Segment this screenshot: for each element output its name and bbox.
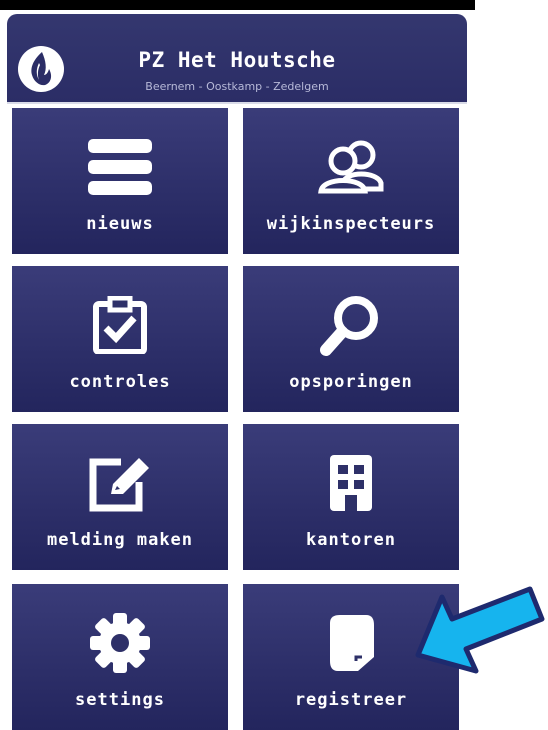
building-icon [243,448,459,518]
app-title: PZ Het Houtsche [138,48,336,72]
menu-label: wijkinspecteurs [266,214,436,234]
list-icon [12,132,228,202]
app-header: PZ Het Houtsche Beernem - Oostkamp - Zed… [7,14,467,104]
status-bar [0,0,475,10]
menu-tile-opsporingen[interactable]: opsporingen [243,266,459,412]
search-icon [243,290,459,360]
menu-tile-kantoren[interactable]: kantoren [243,424,459,570]
menu-label: nieuws [86,214,154,234]
clipboard-check-icon [12,290,228,360]
menu-tile-melding-maken[interactable]: melding maken [12,424,228,570]
gear-icon [12,608,228,678]
menu-tile-nieuws[interactable]: nieuws [12,108,228,254]
menu-tile-controles[interactable]: controles [12,266,228,412]
menu-tile-wijkinspecteurs[interactable]: wijkinspecteurs [243,108,459,254]
menu-label: settings [75,690,165,710]
menu-label: controles [69,372,171,392]
edit-icon [12,448,228,518]
menu-tile-settings[interactable]: settings [12,584,228,730]
app-subtitle: Beernem - Oostkamp - Zedelgem [145,80,329,93]
menu-label: opsporingen [289,372,413,392]
pointer-arrow-icon [415,586,545,674]
menu-label: melding maken [46,530,194,550]
users-icon [243,132,459,202]
menu-label: kantoren [306,530,396,550]
app-screen: PZ Het Houtsche Beernem - Oostkamp - Zed… [7,14,467,730]
